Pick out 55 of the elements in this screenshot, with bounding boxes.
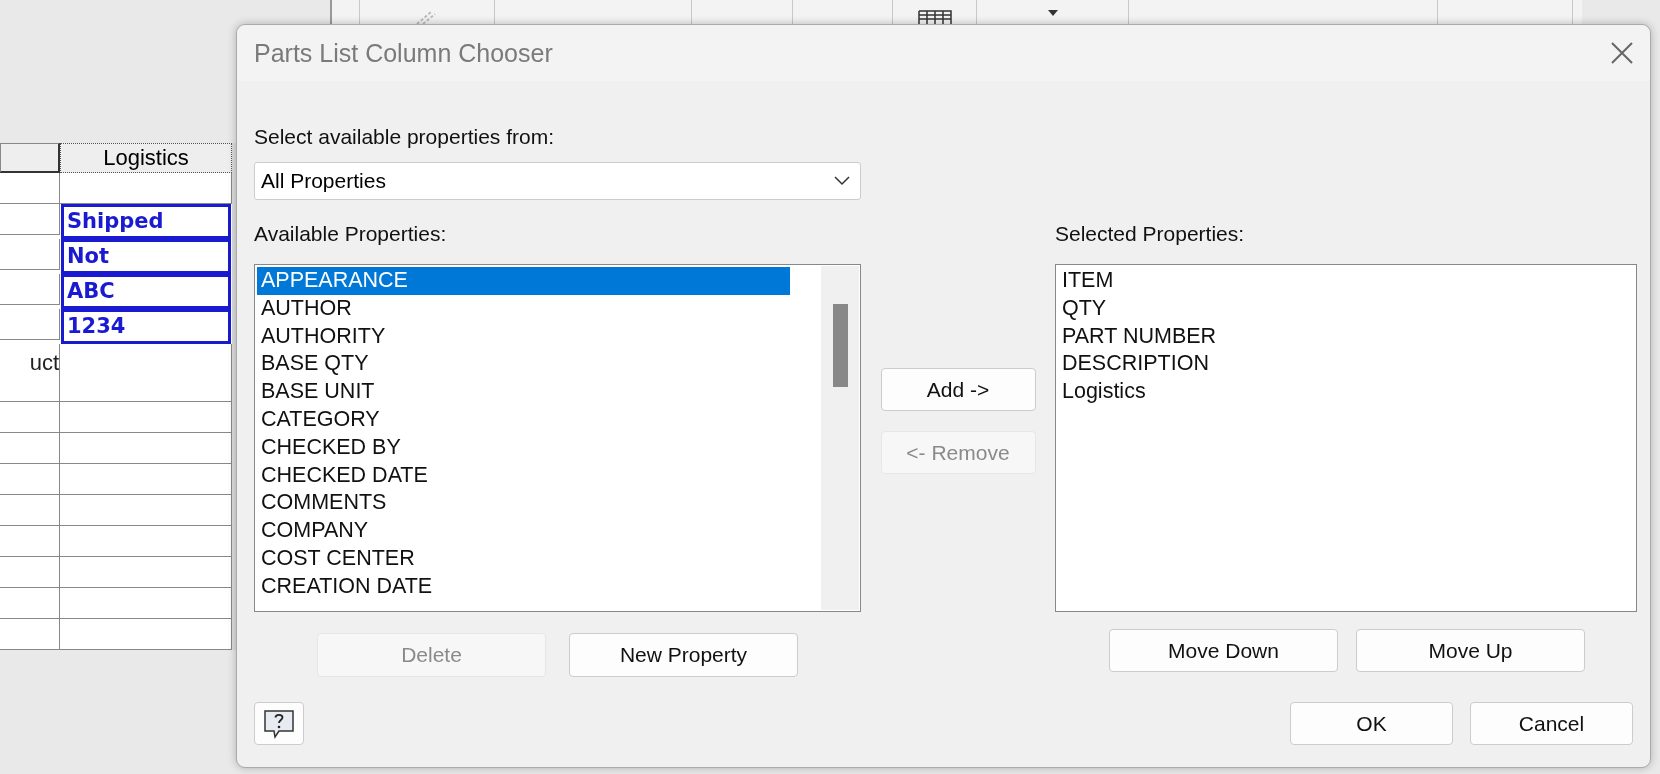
close-icon[interactable] (1610, 41, 1634, 65)
list-item[interactable]: CHECKED DATE (257, 461, 790, 490)
table-cell (0, 173, 60, 204)
list-item[interactable]: COST CENTER (257, 544, 790, 573)
cancel-button[interactable]: Cancel (1470, 702, 1633, 745)
caret-icon[interactable] (1047, 10, 1058, 16)
list-item[interactable]: CHECKED BY (257, 433, 790, 462)
list-item[interactable]: CREATION DATE (257, 572, 790, 601)
table-cell (0, 588, 60, 619)
table-cell (0, 239, 60, 270)
table-cell (0, 557, 60, 588)
move-up-button[interactable]: Move Up (1356, 629, 1585, 672)
table-icon[interactable] (917, 10, 952, 24)
list-item[interactable]: AUTHOR (257, 294, 790, 323)
help-button[interactable] (254, 702, 304, 745)
add-button[interactable]: Add -> (880, 368, 1036, 411)
list-item[interactable]: BASE UNIT (257, 378, 790, 406)
field-label: Select available properties from: (254, 125, 555, 150)
table-cell (0, 204, 60, 235)
column-header: Logistics (60, 143, 232, 173)
list-item[interactable]: QTY (1058, 294, 1620, 323)
list-label: Available Properties: (254, 222, 448, 247)
window-title: Parts List Column Chooser (254, 38, 553, 68)
list-item[interactable]: COMPANY (257, 517, 790, 545)
list-item[interactable]: ITEM (1058, 267, 1620, 295)
column-header (0, 143, 60, 173)
table-cell (0, 464, 60, 495)
highlighted-cell: 1234 (61, 309, 231, 344)
ok-button[interactable]: OK (1290, 702, 1453, 745)
table-cell (0, 433, 60, 464)
highlighted-cell: Not (61, 239, 231, 274)
highlighted-cell: ABC (61, 274, 231, 309)
move-down-button[interactable]: Move Down (1109, 629, 1338, 672)
list-item[interactable]: CATEGORY (257, 406, 790, 434)
table-cell (0, 309, 60, 340)
new-property-button[interactable]: New Property (569, 633, 798, 677)
help-icon (263, 708, 295, 739)
list-item[interactable]: COMMENTS (257, 489, 790, 518)
list-item[interactable]: Logistics (1058, 378, 1620, 406)
table-cell (0, 402, 60, 433)
list-item[interactable]: PART NUMBER (1058, 322, 1620, 351)
table-cell (0, 274, 60, 305)
scrollbar[interactable] (821, 266, 859, 610)
list-item[interactable]: BASE QTY (257, 350, 790, 379)
list-label: Selected Properties: (1055, 222, 1245, 247)
chevron-icon[interactable] (834, 176, 850, 186)
list-item[interactable]: DESCRIPTION (1058, 350, 1620, 379)
table-cell (0, 526, 60, 557)
highlighted-cell: Shipped (61, 204, 231, 239)
list-item[interactable]: APPEARANCE (257, 267, 790, 295)
table-cell: uct (0, 344, 60, 402)
table-cell (0, 619, 60, 650)
list-item[interactable]: AUTHORITY (257, 322, 790, 351)
table-cell (0, 495, 60, 526)
properties-dropdown[interactable]: All Properties (254, 162, 861, 200)
